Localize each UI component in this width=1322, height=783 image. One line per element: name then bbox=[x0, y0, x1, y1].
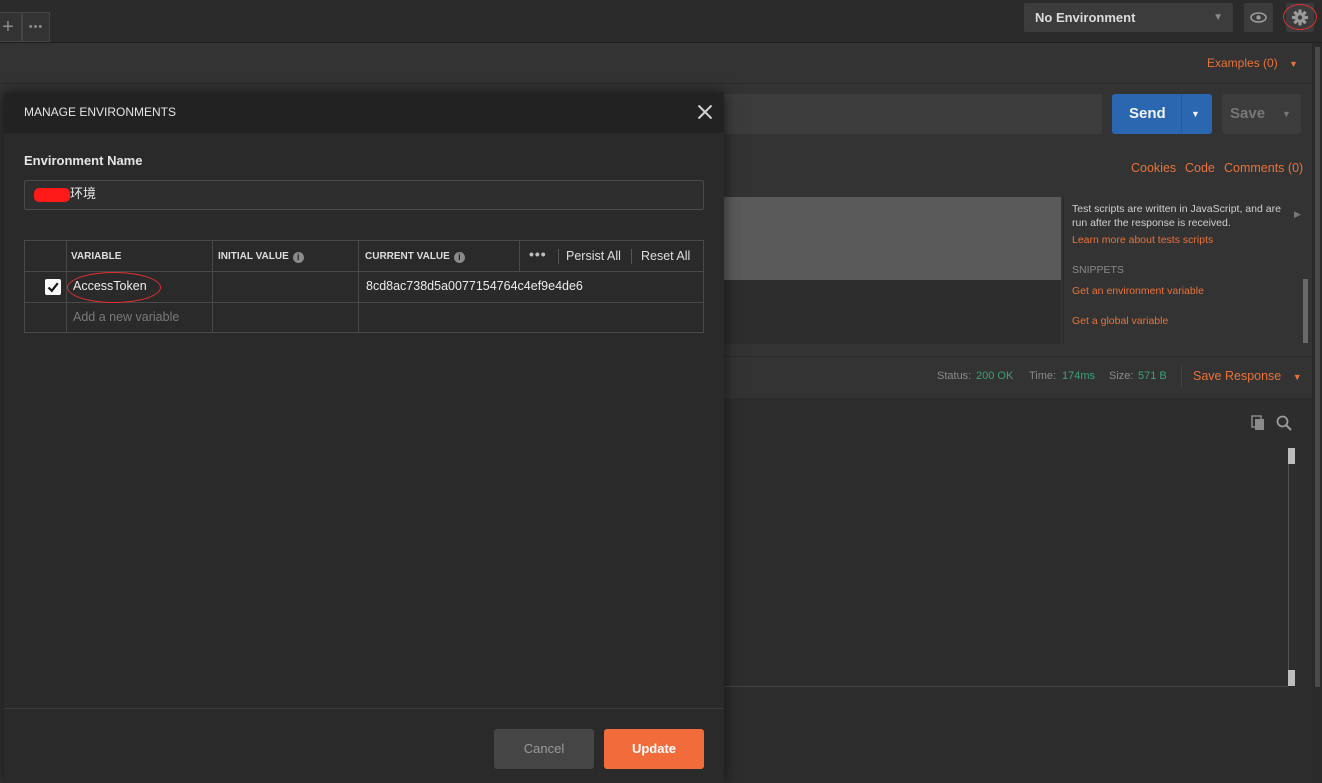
annotation-circle bbox=[67, 272, 161, 303]
chevron-down-icon[interactable]: ▼ bbox=[1282, 94, 1291, 134]
new-tab-button[interactable]: + bbox=[0, 12, 22, 42]
annotation-circle bbox=[1283, 4, 1317, 30]
save-button[interactable]: Save ▼ bbox=[1222, 94, 1301, 134]
chevron-right-icon[interactable]: ▶ bbox=[1294, 209, 1301, 220]
close-icon[interactable] bbox=[692, 99, 718, 125]
current-value-label: CURRENT VALUE bbox=[365, 251, 450, 262]
column-header-initial-value: INITIAL VALUE i bbox=[218, 251, 304, 263]
send-button[interactable]: Send ▼ bbox=[1112, 94, 1212, 134]
url-input[interactable] bbox=[700, 94, 1102, 134]
status-value: 200 OK bbox=[976, 370, 1014, 382]
response-scrollbar-thumb[interactable] bbox=[1288, 448, 1295, 464]
learn-more-link[interactable]: Learn more about tests scripts bbox=[1072, 233, 1213, 247]
size-value: 571 B bbox=[1138, 370, 1167, 382]
snippets-header: SNIPPETS bbox=[1072, 264, 1124, 276]
environment-name-label: Environment Name bbox=[24, 153, 143, 168]
environment-select[interactable]: No Environment ▼ bbox=[1024, 3, 1233, 32]
environment-select-value: No Environment bbox=[1035, 10, 1136, 25]
info-icon[interactable]: i bbox=[453, 252, 465, 263]
update-button[interactable]: Update bbox=[604, 729, 704, 769]
sidebar-scrollbar[interactable] bbox=[1303, 279, 1308, 343]
cancel-button[interactable]: Cancel bbox=[494, 729, 594, 769]
time-label: Time: bbox=[1029, 370, 1057, 382]
send-label: Send bbox=[1129, 105, 1166, 122]
environment-quick-look-button[interactable] bbox=[1244, 3, 1273, 32]
size-label: Size: bbox=[1109, 370, 1134, 382]
search-icon[interactable] bbox=[1276, 415, 1292, 431]
new-variable-input[interactable]: Add a new variable bbox=[73, 310, 179, 324]
persist-all-button[interactable]: Persist All bbox=[566, 249, 621, 263]
copy-icon[interactable] bbox=[1250, 415, 1266, 431]
column-header-variable: VARIABLE bbox=[71, 251, 122, 262]
chevron-down-icon: ▼ bbox=[1289, 59, 1298, 69]
save-response-label: Save Response bbox=[1193, 369, 1282, 383]
environment-name-value: 环境 bbox=[70, 187, 97, 202]
modal-footer-divider bbox=[4, 708, 724, 709]
tests-editor[interactable] bbox=[700, 197, 1061, 280]
response-scrollbar-thumb-lower[interactable] bbox=[1288, 670, 1295, 686]
snippet-item[interactable]: Get a global variable bbox=[1072, 314, 1168, 328]
tests-editor-lower[interactable] bbox=[700, 280, 1061, 344]
manage-environments-modal: MANAGE ENVIRONMENTS Environment Name 环境 … bbox=[4, 93, 724, 783]
save-response-dropdown[interactable]: Save Response ▼ bbox=[1193, 369, 1302, 383]
environment-name-input[interactable]: 环境 bbox=[24, 180, 704, 210]
more-options-icon[interactable]: ••• bbox=[529, 246, 547, 262]
snippet-item[interactable]: Get an environment variable bbox=[1072, 284, 1204, 298]
window-scrollbar[interactable] bbox=[1312, 43, 1322, 783]
chevron-down-icon: ▼ bbox=[1292, 372, 1302, 382]
tab-more-button[interactable]: ••• bbox=[22, 12, 50, 42]
response-body[interactable] bbox=[724, 398, 1312, 783]
initial-value-label: INITIAL VALUE bbox=[218, 251, 289, 262]
eye-icon bbox=[1250, 12, 1267, 23]
info-icon[interactable]: i bbox=[292, 252, 304, 263]
examples-dropdown[interactable]: Examples (0) ▼ bbox=[1207, 56, 1298, 70]
reset-all-button[interactable]: Reset All bbox=[641, 249, 690, 263]
save-label: Save bbox=[1230, 105, 1266, 122]
comments-link[interactable]: Comments (0) bbox=[1224, 161, 1303, 175]
chevron-down-icon[interactable]: ▼ bbox=[1191, 94, 1200, 134]
tests-description: Test scripts are written in JavaScript, … bbox=[1072, 203, 1281, 229]
modal-title: MANAGE ENVIRONMENTS bbox=[24, 105, 177, 119]
checkmark-icon bbox=[47, 282, 59, 293]
variable-enabled-checkbox[interactable] bbox=[45, 279, 61, 295]
redaction-mark bbox=[34, 188, 70, 202]
request-header-strip bbox=[0, 43, 1312, 84]
time-value: 174ms bbox=[1062, 370, 1096, 382]
variables-table: VARIABLE INITIAL VALUE i CURRENT VALUE i •… bbox=[24, 240, 704, 333]
current-value-cell[interactable]: 8cd8ac738d5a0077154764c4ef9e4de6 bbox=[366, 279, 583, 293]
chevron-down-icon: ▼ bbox=[1213, 12, 1223, 23]
cookies-link[interactable]: Cookies bbox=[1131, 161, 1176, 175]
code-link[interactable]: Code bbox=[1185, 161, 1215, 175]
status-label: Status: bbox=[937, 370, 972, 382]
examples-label: Examples (0) bbox=[1207, 56, 1278, 70]
column-header-current-value: CURRENT VALUE i bbox=[365, 251, 465, 263]
